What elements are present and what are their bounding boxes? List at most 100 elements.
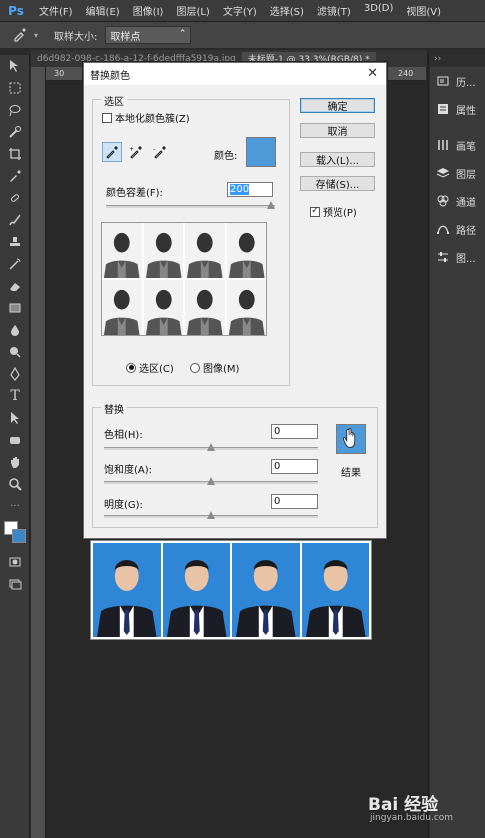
menu-edit[interactable]: 编辑(E) [86,3,120,18]
panel-properties[interactable]: 属性 [430,95,485,123]
id-photo [232,543,300,637]
panel-collapse-bar[interactable]: ›› [430,50,485,67]
preview-thumbnail [185,223,225,278]
lasso-tool-icon[interactable] [0,99,30,121]
cancel-button[interactable]: 取消 [300,123,375,138]
panel-brush-label: 画笔 [456,141,476,153]
id-photo [162,543,230,637]
radio-image-dot[interactable] [190,362,200,373]
panel-history[interactable]: 历... [430,67,485,95]
sample-size-label: 取样大小: [54,31,98,43]
history-brush-icon[interactable] [0,253,30,275]
hue-slider[interactable] [104,443,318,451]
radio-image[interactable]: 图像(M) [190,360,239,375]
watermark-url: jingyan.baidu.com [370,813,454,823]
load-button[interactable]: 载入(L)... [300,152,375,167]
dodge-tool-icon[interactable] [0,341,30,363]
fuzziness-slider-thumb[interactable] [267,201,275,209]
stamp-tool-icon[interactable] [0,231,30,253]
saturation-slider-thumb[interactable] [207,477,215,485]
hand-tool-icon[interactable] [0,451,30,473]
blur-tool-icon[interactable] [0,319,30,341]
tool-preset-chevron-icon[interactable]: ▾ [34,31,38,40]
ok-button[interactable]: 确定 [300,98,375,113]
quick-mask-icon[interactable] [0,551,30,573]
eyedropper-plus-icon[interactable]: + [126,142,146,162]
sample-size-select[interactable]: 取样点 ⌃ [105,26,192,44]
save-button[interactable]: 存储(S)... [300,176,375,191]
localized-clusters-box[interactable] [102,112,112,123]
fuzziness-slider[interactable] [106,201,275,209]
quick-select-tool-icon[interactable] [0,121,30,143]
hue-label: 色相(H): [104,430,143,441]
gradient-tool-icon[interactable] [0,297,30,319]
eraser-tool-icon[interactable] [0,275,30,297]
crop-tool-icon[interactable] [0,143,30,165]
type-tool-icon[interactable]: T [0,385,30,407]
result-label: 结果 [341,468,361,479]
preview-thumbnail [185,280,225,335]
ruler-top-start: 30 [54,69,65,78]
close-icon[interactable]: ✕ [367,66,378,81]
localized-clusters-checkbox[interactable]: 本地化颜色簇(Z) [102,110,190,125]
more-tools-icon[interactable]: ··· [0,495,30,517]
radio-selection-dot[interactable] [126,362,136,373]
layers-icon [436,166,450,180]
eyedropper-icon[interactable] [102,142,122,162]
panel-adjustments[interactable]: 图... [430,243,485,271]
shape-tool-icon[interactable] [0,429,30,451]
panel-paths-label: 路径 [456,225,476,237]
history-icon [436,74,450,88]
hue-slider-thumb[interactable] [207,443,215,451]
screen-mode-icon[interactable] [0,573,30,595]
fuzziness-label: 颜色容差(F): [106,188,163,199]
menu-select[interactable]: 选择(S) [270,3,304,18]
panel-channels[interactable]: 通道 [430,187,485,215]
saturation-slider[interactable] [104,477,318,485]
lightness-input[interactable]: 0 [271,494,318,509]
color-swatches [0,517,29,551]
healing-brush-icon[interactable] [0,187,30,209]
radio-image-label: 图像(M) [203,364,240,375]
eyedropper-minus-icon[interactable]: - [150,142,170,162]
eyedropper-tool-icon[interactable] [12,26,30,44]
selection-color-swatch[interactable] [246,137,276,167]
saturation-input[interactable]: 0 [271,459,318,474]
lightness-slider[interactable] [104,511,318,519]
path-select-tool-icon[interactable] [0,407,30,429]
menu-image[interactable]: 图像(I) [133,3,164,18]
menu-type[interactable]: 文字(Y) [223,3,257,18]
menu-file[interactable]: 文件(F) [39,3,73,18]
baidu-watermark: Bai 经验 [368,795,439,815]
pen-tool-icon[interactable] [0,363,30,385]
panel-paths[interactable]: 路径 [430,215,485,243]
menu-view[interactable]: 视图(V) [406,3,441,18]
replace-color-dialog: 替换颜色 ✕ 选区 本地化颜色簇(Z) + - 颜色: 颜色容差(F): 200 [83,62,387,539]
marquee-tool-icon[interactable] [0,77,30,99]
menu-filter[interactable]: 滤镜(T) [317,3,351,18]
hue-value: 0 [274,426,281,437]
panel-brush[interactable]: 画笔 [430,131,485,159]
panel-layers[interactable]: 图层 [430,159,485,187]
background-color-swatch[interactable] [12,529,26,543]
menu-3d[interactable]: 3D(D) [364,3,394,18]
preview-check-box[interactable]: ✓ [310,206,320,217]
preview-checkbox[interactable]: ✓ 预览(P) [310,204,357,219]
options-bar: ▾ 取样大小: 取样点 ⌃ [0,22,485,49]
lightness-slider-thumb[interactable] [207,511,215,519]
preview-label: 预览(P) [323,208,357,219]
lightness-value: 0 [274,496,281,507]
radio-selection[interactable]: 选区(C) [126,360,174,375]
eyedropper-icon[interactable] [0,165,30,187]
hue-input[interactable]: 0 [271,424,318,439]
result-color-swatch[interactable] [336,424,366,454]
panel-history-label: 历... [456,77,476,89]
menu-layer[interactable]: 图层(L) [176,3,209,18]
move-tool-icon[interactable] [0,55,30,77]
brush-tool-icon[interactable] [0,209,30,231]
fuzziness-input[interactable]: 200 [227,182,273,197]
id-photo [93,543,161,637]
zoom-tool-icon[interactable] [0,473,30,495]
id-photo [301,543,369,637]
preview-thumbnail [143,280,183,335]
